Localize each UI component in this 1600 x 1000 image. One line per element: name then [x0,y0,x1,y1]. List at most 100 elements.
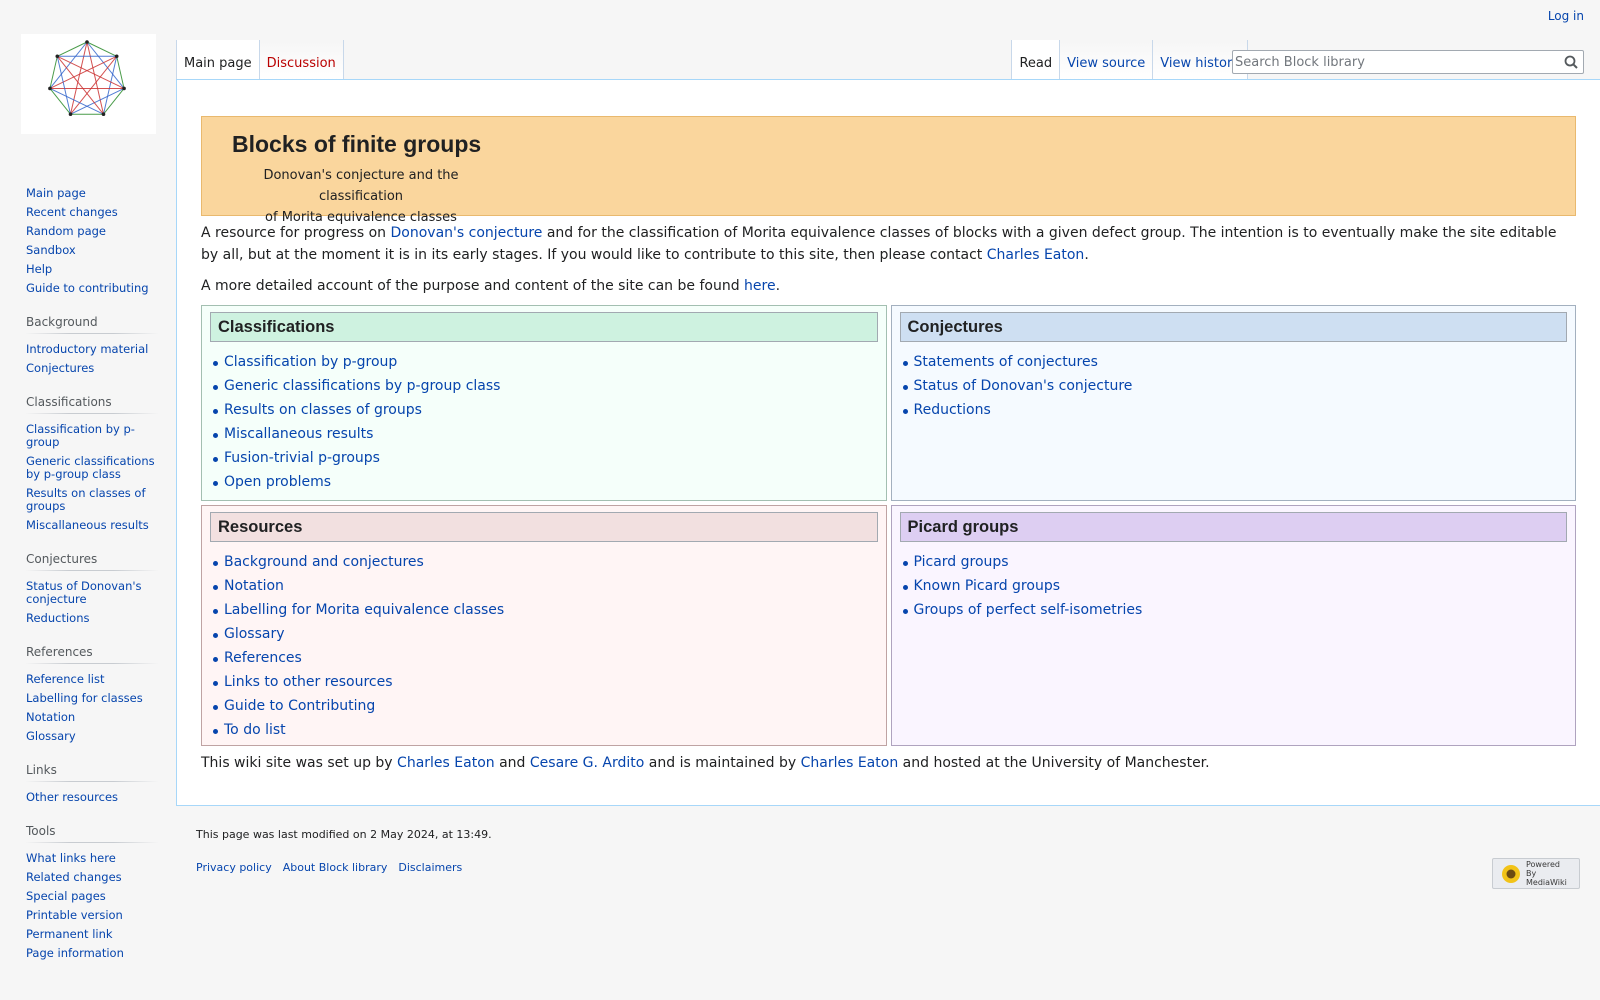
resources-link-guide-to-contributing[interactable]: Guide to Contributing [224,698,375,714]
resources-link-links-to-other-resources[interactable]: Links to other resources [224,674,393,690]
sidebar-item-introductory-material[interactable]: Introductory material [26,340,158,359]
list-item: Reductions [900,398,1568,422]
disclaimers-link[interactable]: Disclaimers [398,861,462,874]
tab-discussion[interactable]: Discussion [259,40,344,80]
sidebar-item-classification-by-p-group[interactable]: Classification by p-group [26,420,158,452]
sunflower-icon [1502,864,1520,883]
sidebar-item-glossary[interactable]: Glossary [26,727,158,746]
sidebar-item-what-links-here[interactable]: What links here [26,849,158,868]
sidebar-item-results-on-classes-of-groups[interactable]: Results on classes of groups [26,484,158,516]
setup-paragraph: This wiki site was set up by Charles Eat… [201,755,1210,772]
sidebar-item-random-page[interactable]: Random page [26,222,158,241]
classifications-link-miscallaneous-results[interactable]: Miscallaneous results [224,426,373,442]
picard-groups-heading: Picard groups [899,512,1567,543]
cesare-ardito-link[interactable]: Cesare G. Ardito [530,755,644,771]
heptagon-graph-logo-icon [48,40,126,117]
list-item: Background and conjectures [210,550,878,574]
sidebar-item-reference-list[interactable]: Reference list [26,670,158,689]
search-box [1232,50,1584,74]
page-title: Blocks of finite groups [232,131,482,157]
page-content: Blocks of finite groups Donovan's conjec… [176,79,1600,806]
resources-link-labelling-for-morita-equivalence-classes[interactable]: Labelling for Morita equivalence classes [224,602,504,618]
sidebar-item-status-of-donovan-s-conjecture[interactable]: Status of Donovan's conjecture [26,577,158,609]
list-item: Status of Donovan's conjecture [900,374,1568,398]
sidebar-item-sandbox[interactable]: Sandbox [26,241,158,260]
classifications-link-open-problems[interactable]: Open problems [224,474,331,490]
sidebar-item-permanent-link[interactable]: Permanent link [26,925,158,944]
search-input[interactable] [1235,52,1545,73]
sidebar-item-labelling-for-classes[interactable]: Labelling for classes [26,689,158,708]
page-banner: Blocks of finite groups Donovan's conjec… [201,116,1576,225]
search-button[interactable] [1561,53,1581,71]
classifications-link-fusion-trivial-p-groups[interactable]: Fusion-trivial p-groups [224,450,380,466]
here-link[interactable]: here [744,278,776,294]
list-item: Glossary [210,622,878,646]
charles-eaton-link[interactable]: Charles Eaton [801,755,899,771]
classifications-link-generic-classifications-by-p-group-class[interactable]: Generic classifications by p-group class [224,378,500,394]
powered-by-mediawiki-badge[interactable]: Powered By MediaWiki [1492,858,1580,889]
sidebar-section-conjectures: Conjectures Status of Donovan's conjectur… [26,552,158,628]
list-item: Notation [210,574,878,598]
about-link[interactable]: About Block library [283,861,388,874]
list-item: Open problems [210,470,878,494]
conjectures-link-status-of-donovan-s-conjecture[interactable]: Status of Donovan's conjecture [914,378,1133,394]
picard-link-groups-of-perfect-self-isometries[interactable]: Groups of perfect self-isometries [914,602,1143,618]
classifications-link-results-on-classes-of-groups[interactable]: Results on classes of groups [224,402,422,418]
list-item: Miscallaneous results [210,422,878,446]
sidebar-item-special-pages[interactable]: Special pages [26,887,158,906]
sidebar-item-reductions[interactable]: Reductions [26,609,158,628]
list-item: Fusion-trivial p-groups [210,446,878,470]
sidebar-item-recent-changes[interactable]: Recent changes [26,203,158,222]
picard-link-known-picard-groups[interactable]: Known Picard groups [914,578,1061,594]
site-logo[interactable] [21,34,156,134]
resources-link-to-do-list[interactable]: To do list [224,722,286,738]
resources-link-notation[interactable]: Notation [224,578,284,594]
list-item: Generic classifications by p-group class [210,374,878,398]
sidebar-heading: References [26,645,158,664]
sidebar-item-miscallaneous-results[interactable]: Miscallaneous results [26,516,158,535]
sidebar-heading: Conjectures [26,552,158,571]
privacy-policy-link[interactable]: Privacy policy [196,861,272,874]
view-tabs: Read View source View history [1011,40,1248,80]
sidebar-item-page-information[interactable]: Page information [26,944,158,963]
resources-link-background-and-conjectures[interactable]: Background and conjectures [224,554,424,570]
classifications-heading: Classifications [210,312,878,343]
sidebar-item-notation[interactable]: Notation [26,708,158,727]
sidebar-item-help[interactable]: Help [26,260,158,279]
sidebar-section-background: Background Introductory material Conjectur… [26,315,158,378]
tab-read[interactable]: Read [1011,40,1061,80]
conjectures-link-statements-of-conjectures[interactable]: Statements of conjectures [914,354,1098,370]
list-item: Classification by p-group [210,350,878,374]
sidebar-item-conjectures[interactable]: Conjectures [26,359,158,378]
charles-eaton-link[interactable]: Charles Eaton [987,247,1085,263]
list-item: To do list [210,718,878,742]
tab-main-page[interactable]: Main page [176,40,260,80]
list-item: Links to other resources [210,670,878,694]
sidebar-navigation: Main page Recent changes Random page Sandbo… [26,184,158,298]
resources-box: Resources Background and conjectures Nota… [201,505,887,747]
sidebar-item-main-page[interactable]: Main page [26,184,158,203]
sidebar-section-tools: Tools What links here Related changes Speci… [26,824,158,963]
picard-link-picard-groups[interactable]: Picard groups [914,554,1009,570]
last-modified: This page was last modified on 2 May 202… [196,828,492,841]
sidebar-item-generic-classifications-by-p-group-class[interactable]: Generic classifications by p-group class [26,452,158,484]
sidebar-heading: Tools [26,824,158,843]
sidebar-item-guide-to-contributing[interactable]: Guide to contributing [26,279,158,298]
charles-eaton-link[interactable]: Charles Eaton [397,755,495,771]
picard-groups-box: Picard groups Picard groups Known Picard … [890,505,1576,747]
tab-view-source[interactable]: View source [1060,40,1154,80]
sidebar-item-printable-version[interactable]: Printable version [26,906,158,925]
magnifier-icon [1564,55,1578,69]
intro-paragraph: A resource for progress on Donovan's con… [201,225,1557,264]
sidebar-heading: Classifications [26,395,158,414]
conjectures-link-reductions[interactable]: Reductions [914,402,991,418]
detail-paragraph: A more detailed account of the purpose a… [201,277,781,294]
sidebar-item-other-resources[interactable]: Other resources [26,788,158,807]
resources-link-references[interactable]: References [224,650,302,666]
sidebar-section-links: Links Other resources [26,763,158,807]
resources-link-glossary[interactable]: Glossary [224,626,285,642]
donovans-conjecture-link[interactable]: Donovan's conjecture [391,225,543,241]
classifications-link-classification-by-p-group[interactable]: Classification by p-group [224,354,397,370]
sidebar-item-related-changes[interactable]: Related changes [26,868,158,887]
login-link[interactable]: Log in [1548,9,1584,23]
